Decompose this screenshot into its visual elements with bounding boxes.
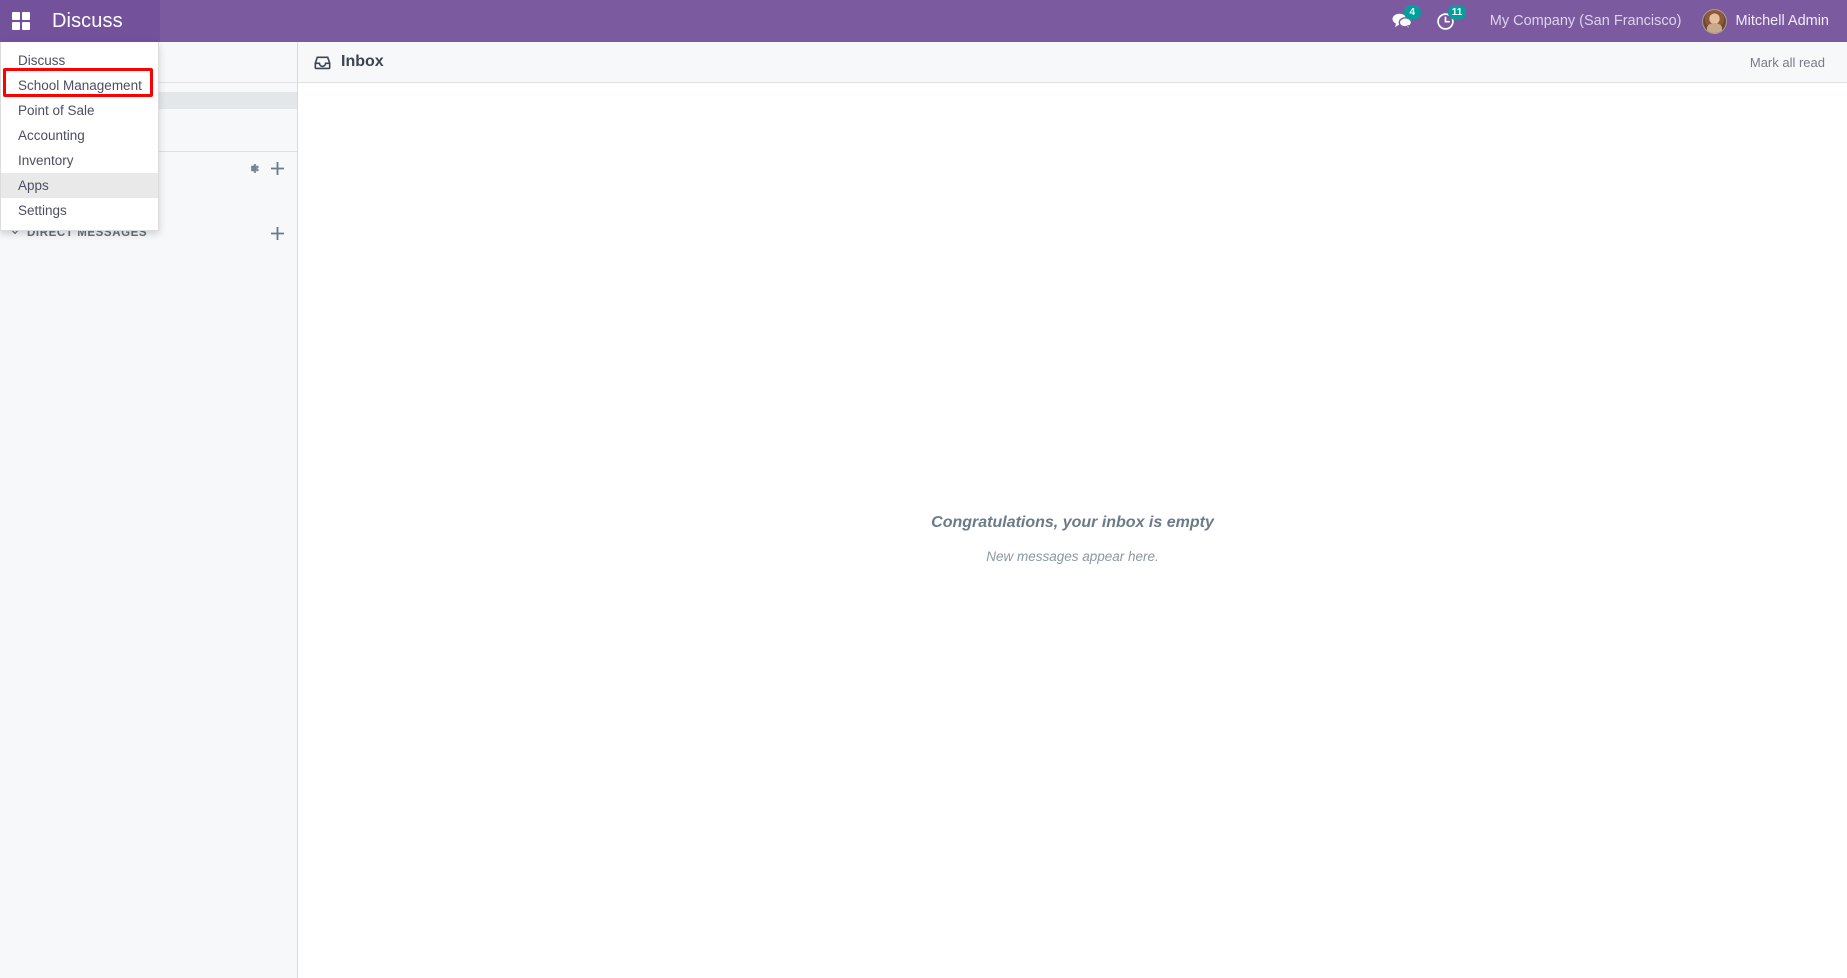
- plus-icon[interactable]: [271, 161, 284, 175]
- channels-section-actions: [247, 161, 284, 175]
- messages-menu-button[interactable]: 4: [1380, 0, 1424, 42]
- thread-title-text: Inbox: [341, 53, 384, 70]
- top-navbar: Discuss 4 11 My Company (San Francisco) …: [0, 0, 1847, 42]
- activities-menu-button[interactable]: 11: [1424, 0, 1468, 42]
- user-menu[interactable]: Mitchell Admin: [1701, 8, 1833, 34]
- app-brand-name: Discuss: [52, 9, 123, 32]
- user-menu-label: Mitchell Admin: [1735, 13, 1829, 29]
- page-title: Inbox: [314, 53, 384, 71]
- apps-menu-item-inventory[interactable]: Inventory: [1, 148, 158, 173]
- apps-menu-item-accounting[interactable]: Accounting: [1, 123, 158, 148]
- avatar: [1701, 8, 1727, 34]
- grid-apps-icon: [12, 12, 30, 30]
- navbar-right-group: 4 11 My Company (San Francisco) Mitchell…: [1380, 0, 1847, 42]
- apps-menu-toggle[interactable]: Discuss: [0, 0, 160, 42]
- inbox-icon: [314, 55, 331, 70]
- activities-badge-count: 11: [1447, 5, 1467, 20]
- messages-badge-count: 4: [1403, 5, 1421, 20]
- thread-header: Inbox Mark all read: [298, 42, 1847, 83]
- thread-header-actions: Mark all read: [1742, 50, 1833, 75]
- mark-all-read-button[interactable]: Mark all read: [1742, 50, 1833, 75]
- apps-menu-item-settings[interactable]: Settings: [1, 198, 158, 223]
- plus-icon[interactable]: [271, 226, 284, 240]
- empty-inbox-state: Congratulations, your inbox is empty New…: [298, 42, 1847, 564]
- apps-menu-item-discuss[interactable]: Discuss: [1, 48, 158, 73]
- gear-icon[interactable]: [247, 162, 260, 175]
- company-switcher[interactable]: My Company (San Francisco): [1490, 13, 1682, 29]
- empty-inbox-subtitle: New messages appear here.: [986, 549, 1159, 564]
- apps-menu-item-apps[interactable]: Apps: [1, 173, 158, 198]
- apps-dropdown-menu: Discuss School Management Point of Sale …: [0, 42, 159, 231]
- empty-inbox-title: Congratulations, your inbox is empty: [931, 514, 1214, 531]
- apps-menu-item-point-of-sale[interactable]: Point of Sale: [1, 98, 158, 123]
- apps-menu-item-school-management[interactable]: School Management: [1, 73, 158, 98]
- discuss-main-panel: Inbox Mark all read Congratulations, you…: [298, 42, 1847, 978]
- dm-section-actions: [271, 226, 284, 240]
